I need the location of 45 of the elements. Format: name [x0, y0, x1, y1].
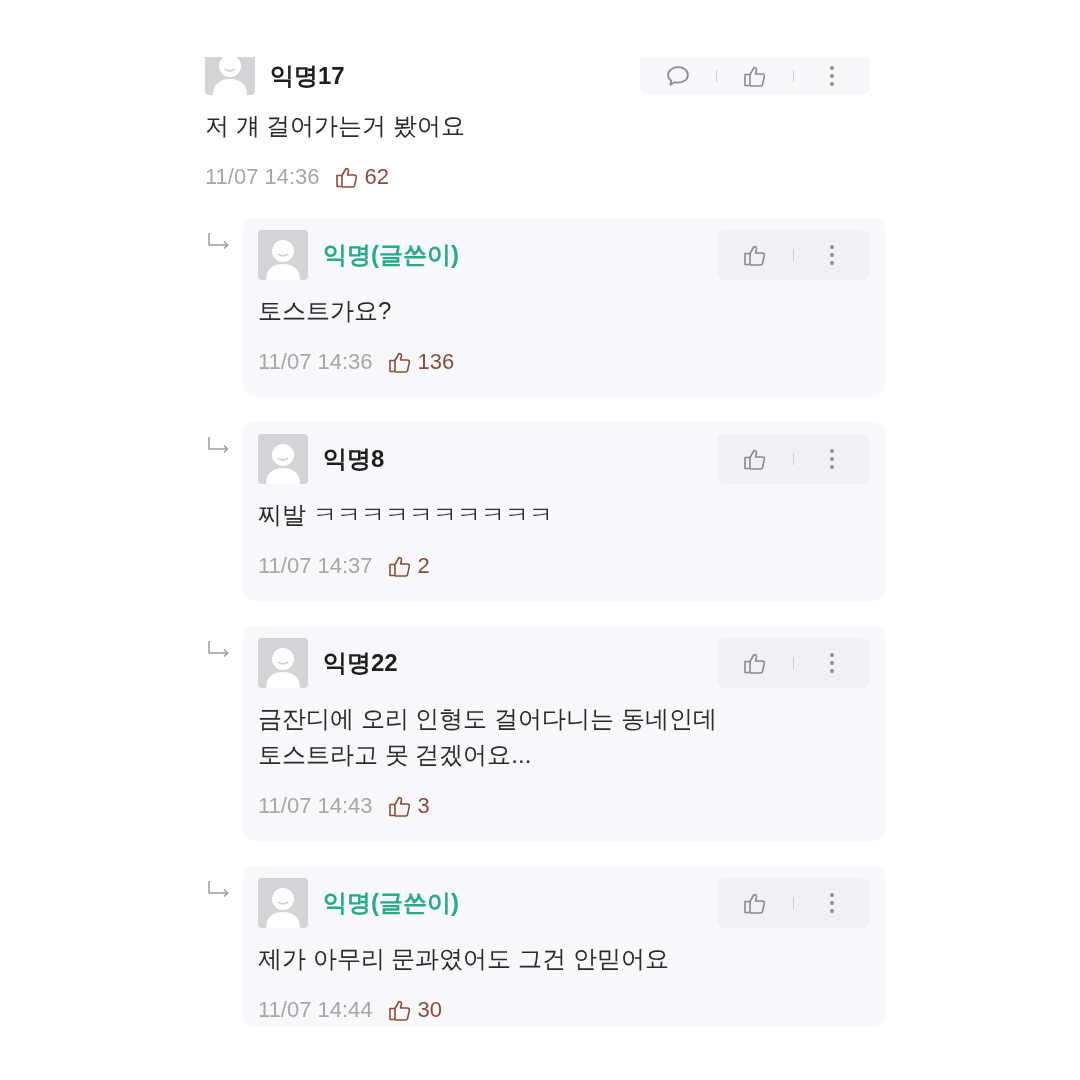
avatar-icon: [258, 434, 308, 484]
like-count: 3: [417, 793, 430, 819]
comment-time: 11/07 14:43: [258, 793, 373, 819]
thumbs-up-icon: [744, 892, 766, 914]
reply-arrow-icon: [208, 641, 230, 658]
thumbs-up-icon: [388, 795, 411, 817]
like-count: 2: [417, 553, 430, 579]
comment-time: 11/07 14:44: [258, 997, 373, 1023]
vertical-dots-icon: [830, 245, 834, 265]
thumbs-up-icon: [388, 999, 411, 1021]
thumbs-up-icon: [744, 448, 766, 470]
comment-time: 11/07 14:37: [258, 553, 373, 579]
like-count: 62: [364, 164, 390, 190]
author-name: 익명17: [270, 61, 345, 91]
comment-text: 토스트가요?: [258, 296, 393, 326]
author-name: 익명(글쓴이): [323, 240, 459, 270]
reply-arrow-icon: [208, 437, 230, 454]
vertical-dots-icon: [830, 66, 834, 86]
comment-time: 11/07 14:36: [258, 349, 373, 375]
comment-text: 제가 아무리 문과였어도 그건 안믿어요: [258, 944, 670, 974]
speech-bubble-icon: [667, 66, 689, 86]
avatar-icon: [258, 878, 308, 928]
like-count: 136: [417, 349, 455, 375]
thumbs-up-icon: [335, 166, 358, 188]
avatar-icon: [258, 638, 308, 688]
avatar-icon: [205, 57, 255, 95]
author-name: 익명22: [323, 648, 398, 678]
vertical-dots-icon: [830, 893, 834, 913]
author-name: 익명8: [323, 444, 385, 474]
like-count: 30: [417, 997, 443, 1023]
avatar-icon: [258, 230, 308, 280]
thumbs-up-icon: [388, 555, 411, 577]
thumbs-up-icon: [744, 65, 766, 87]
vertical-dots-icon: [830, 449, 834, 469]
author-name: 익명(글쓴이): [323, 888, 459, 918]
comment-text: 금잔디에 오리 인형도 걸어다니는 동네인데 토스트라고 못 걷겠어요...: [258, 704, 718, 770]
thumbs-up-icon: [744, 652, 766, 674]
comment-text: 저 걔 걸어가는거 봤어요: [205, 111, 466, 141]
comment-time: 11/07 14:36: [205, 164, 320, 190]
comment-text: 찌발 ㅋㅋㅋㅋㅋㅋㅋㅋㅋㅋ: [258, 500, 554, 530]
reply-arrow-icon: [208, 881, 230, 898]
vertical-dots-icon: [830, 653, 834, 673]
thumbs-up-icon: [744, 244, 766, 266]
reply-arrow-icon: [208, 233, 230, 250]
thumbs-up-icon: [388, 351, 411, 373]
